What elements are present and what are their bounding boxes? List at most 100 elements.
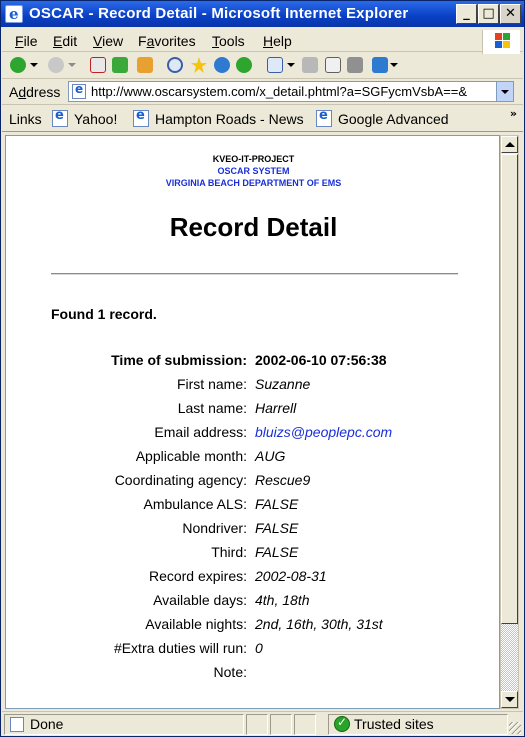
field-label: Note: [213, 664, 247, 680]
edit-icon[interactable] [325, 57, 341, 73]
ie-page-icon [52, 108, 68, 127]
field-label: Applicable month: [135, 448, 247, 464]
field-row: Time of submission: 2002-06-10 07:56:38 [6, 352, 499, 376]
menu-view[interactable]: View [93, 33, 123, 49]
address-input[interactable]: http://www.oscarsystem.com/x_detail.phtm… [68, 81, 514, 102]
page-title: Record Detail [169, 212, 338, 242]
resize-grip-icon[interactable] [509, 722, 521, 734]
field-value: Suzanne [255, 376, 311, 392]
field-row: Available days: 4th, 18th [6, 592, 499, 616]
field-row: Applicable month: AUG [6, 448, 499, 472]
address-dropdown-button[interactable] [496, 82, 513, 101]
favorites-icon[interactable] [191, 57, 207, 73]
menu-favorites[interactable]: Favorites [138, 33, 196, 49]
address-label: Address [9, 84, 61, 100]
status-panel [246, 714, 268, 735]
ie-page-icon [133, 108, 149, 127]
status-panel [270, 714, 292, 735]
scroll-down-button[interactable] [501, 691, 518, 708]
refresh-icon[interactable] [112, 57, 128, 73]
result-count: Found 1 record. [51, 306, 157, 322]
field-label: Nondriver: [182, 520, 247, 536]
address-url[interactable]: http://www.oscarsystem.com/x_detail.phtm… [91, 84, 494, 99]
link-yahoo[interactable]: Yahoo! [52, 108, 117, 128]
links-label: Links [9, 111, 42, 127]
field-row: Available nights: 2nd, 16th, 30th, 31st [6, 616, 499, 640]
field-label: Record expires: [148, 568, 247, 584]
field-value: FALSE [255, 520, 299, 536]
field-row: #Extra duties will run: 0 [6, 640, 499, 664]
title-bar[interactable]: e OSCAR - Record Detail - Microsoft Inte… [1, 1, 524, 27]
scroll-thumb[interactable] [501, 154, 518, 624]
menu-bar: File Edit View Favorites Tools Help [2, 28, 523, 52]
field-value: Rescue9 [255, 472, 311, 488]
forward-dropdown-icon[interactable] [68, 63, 76, 67]
field-label: Coordinating agency: [114, 472, 247, 488]
print-icon[interactable] [302, 57, 318, 73]
field-label: Available nights: [145, 616, 247, 632]
search-icon[interactable] [167, 57, 183, 73]
trusted-zone-icon [334, 715, 350, 732]
field-row: Note: [6, 664, 499, 688]
discuss-icon[interactable] [347, 57, 363, 73]
mail-dropdown-icon[interactable] [287, 63, 295, 67]
field-value: 2002-06-10 07:56:38 [255, 352, 387, 368]
mail-icon[interactable] [267, 57, 283, 73]
divider [51, 273, 458, 275]
media-icon[interactable] [214, 57, 230, 73]
email-link[interactable]: bluizs@peoplepc.com [255, 424, 392, 440]
field-row: Email address: bluizs@peoplepc.com [6, 424, 499, 448]
field-label: Time of submission: [111, 352, 247, 368]
field-label: Ambulance ALS: [143, 496, 247, 512]
menu-edit[interactable]: Edit [53, 33, 77, 49]
menu-help[interactable]: Help [263, 33, 292, 49]
links-bar: Links Yahoo! Hampton Roads - News Google… [2, 106, 523, 132]
scroll-up-button[interactable] [501, 136, 518, 153]
field-row: Last name: Harrell [6, 400, 499, 424]
org-heading: KVEO-IT-PROJECT [212, 154, 295, 164]
department-heading: VIRGINIA BEACH DEPARTMENT OF EMS [165, 178, 342, 188]
field-row: First name: Suzanne [6, 376, 499, 400]
menu-tools[interactable]: Tools [212, 33, 245, 49]
field-value: 2nd, 16th, 30th, 31st [255, 616, 383, 632]
field-value: 2002-08-31 [255, 568, 327, 584]
page-status-icon [10, 717, 24, 732]
maximize-button[interactable]: □ [478, 4, 499, 24]
status-panel [294, 714, 316, 735]
field-row: Nondriver: FALSE [6, 520, 499, 544]
history-icon[interactable] [236, 57, 252, 73]
back-icon[interactable] [10, 57, 26, 73]
field-label: Email address: [154, 424, 247, 440]
address-bar: Address http://www.oscarsystem.com/x_det… [2, 80, 523, 105]
stop-icon[interactable] [90, 57, 106, 73]
field-value: Harrell [255, 400, 297, 416]
field-row: Ambulance ALS: FALSE [6, 496, 499, 520]
window-title: OSCAR - Record Detail - Microsoft Intern… [29, 5, 409, 22]
close-button[interactable]: ✕ [500, 4, 521, 24]
toolbar [2, 53, 523, 79]
link-google-advanced[interactable]: Google Advanced [316, 108, 449, 128]
field-label: Available days: [153, 592, 247, 608]
menu-file[interactable]: File [15, 33, 38, 49]
field-label: Last name: [177, 400, 247, 416]
field-value: AUG [255, 448, 286, 464]
link-hampton-roads-news[interactable]: Hampton Roads - News [133, 108, 304, 128]
status-bar: Done Trusted sites [2, 711, 523, 736]
vertical-scrollbar[interactable] [500, 135, 519, 709]
home-icon[interactable] [137, 57, 153, 73]
security-zone[interactable]: Trusted sites [334, 715, 434, 732]
field-label: #Extra duties will run: [113, 640, 247, 656]
forward-icon[interactable] [48, 57, 64, 73]
page-content: KVEO-IT-PROJECT OSCAR SYSTEM VIRGINIA BE… [5, 135, 500, 709]
back-dropdown-icon[interactable] [30, 63, 38, 67]
messenger-dropdown-icon[interactable] [390, 63, 398, 67]
windows-logo-icon [482, 30, 520, 54]
field-row: Third: FALSE [6, 544, 499, 568]
field-label: First name: [176, 376, 247, 392]
system-heading: OSCAR SYSTEM [217, 166, 290, 176]
messenger-icon[interactable] [372, 57, 388, 73]
minimize-button[interactable]: _ [456, 4, 477, 24]
scroll-track[interactable] [501, 624, 518, 692]
field-row: Coordinating agency: Rescue9 [6, 472, 499, 496]
links-more-icon[interactable]: » [510, 107, 517, 120]
